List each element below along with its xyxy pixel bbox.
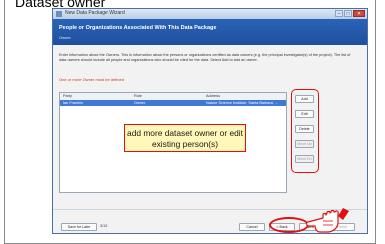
validation-warning: One or more Owner must be defined: [59, 77, 124, 82]
next-highlight-ring: [269, 217, 309, 233]
add-button[interactable]: Add: [295, 95, 314, 103]
column-header-party[interactable]: Party: [63, 94, 72, 98]
delete-button[interactable]: Delete: [295, 125, 314, 133]
column-header-role[interactable]: Role: [134, 94, 142, 98]
column-header-address[interactable]: Address: [206, 94, 220, 98]
window-title: New Data Package Wizard: [65, 10, 125, 16]
maximize-button[interactable]: □: [344, 10, 352, 17]
close-button[interactable]: ✕: [353, 10, 365, 17]
callout-annotation: add more dataset owner or edit existing …: [124, 124, 246, 152]
wizard-window: New Data Package Wizard – □ ✕ People or …: [52, 8, 368, 234]
window-controls: – □ ✕: [335, 10, 365, 17]
app-icon: [56, 11, 62, 17]
owner-actions-highlight: Add Edit Delete Move Up Move Dn: [291, 89, 319, 173]
table-row[interactable]: Ian Franklin Owner Nature Science Instit…: [60, 100, 286, 106]
row-address: Nature Science Institute, Santa Barbara,…: [206, 100, 279, 105]
instructions-text: Enter information about the Owners. This…: [59, 53, 351, 62]
move-up-button[interactable]: Move Up: [295, 140, 314, 148]
cancel-button[interactable]: Cancel: [239, 223, 265, 231]
header-title: People or Organizations Associated With …: [59, 25, 217, 31]
pointing-hand-icon: [306, 208, 349, 233]
row-party: Ian Franklin: [63, 100, 83, 105]
move-down-button[interactable]: Move Dn: [295, 155, 314, 163]
edit-button[interactable]: Edit: [295, 110, 314, 118]
window-titlebar: New Data Package Wizard – □ ✕: [53, 9, 367, 19]
header-subtitle: Owner: [59, 35, 71, 40]
cuff-shape: [338, 208, 349, 220]
row-role: Owner: [134, 100, 146, 105]
slide-frame: Dataset owner New Data Package Wizard – …: [4, 0, 376, 244]
minimize-button[interactable]: –: [335, 10, 343, 17]
save-for-later-button[interactable]: Save for Later: [61, 223, 97, 231]
step-counter: 3/15: [100, 224, 108, 228]
wizard-header: People or Organizations Associated With …: [53, 19, 367, 45]
